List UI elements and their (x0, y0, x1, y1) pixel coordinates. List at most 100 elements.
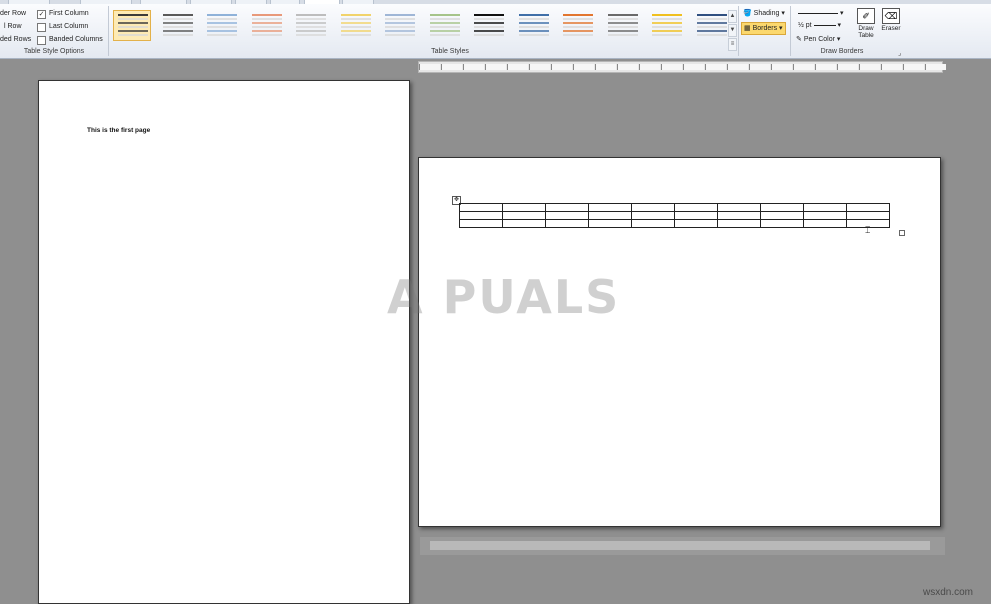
ruler-segment (529, 64, 550, 70)
table-style-thumbnail[interactable] (425, 10, 463, 41)
table-cell[interactable] (717, 219, 761, 228)
banded-columns-checkbox[interactable] (37, 36, 46, 45)
table-style-thumbnail[interactable] (514, 10, 552, 41)
table-style-preview-row (118, 26, 148, 28)
table-style-preview-row (607, 26, 638, 28)
table-cell[interactable] (545, 219, 589, 228)
gallery-scroll-down-icon[interactable]: ▼ (728, 24, 737, 37)
table-style-preview-row (696, 18, 727, 20)
table-cell[interactable] (545, 203, 589, 212)
table-style-preview-row (474, 18, 504, 20)
first-column-checkbox[interactable]: ✓ (37, 10, 46, 19)
table-cell[interactable] (717, 203, 761, 212)
last-column-checkbox[interactable] (37, 23, 46, 32)
draw-borders-group-label: Draw Borders (820, 48, 864, 55)
table-style-thumbnail[interactable] (469, 10, 507, 41)
table-cell[interactable] (674, 219, 718, 228)
table-style-preview-row (162, 34, 193, 36)
document-page-2[interactable]: ✥ ⌶ (418, 157, 941, 527)
document-table[interactable] (459, 203, 890, 228)
table-style-preview-row (385, 22, 415, 24)
table-style-preview-row (518, 26, 549, 28)
table-cell[interactable] (459, 203, 503, 212)
table-cell[interactable] (459, 211, 503, 220)
banded-columns-label: Banded Columns (49, 36, 103, 43)
table-cell[interactable] (502, 211, 546, 220)
table-cell[interactable] (803, 211, 847, 220)
ruler-segment (727, 64, 748, 70)
total-row-option[interactable]: l Row (4, 22, 22, 32)
ruler-segment (793, 64, 814, 70)
table-style-thumbnail[interactable] (692, 10, 730, 41)
pen-style-dropdown[interactable]: ▾ (796, 8, 854, 19)
draw-table-button[interactable]: ✐ Draw Table (856, 8, 876, 46)
table-style-thumbnail[interactable] (158, 10, 196, 41)
pen-weight-line (813, 24, 836, 26)
paint-bucket-icon: 🪣 (743, 10, 752, 17)
gallery-scroll-up-icon[interactable]: ▲ (728, 10, 737, 23)
ruler-segment (837, 64, 858, 70)
table-cell[interactable] (846, 211, 890, 220)
table-style-preview (207, 14, 237, 38)
table-style-preview-row (207, 18, 237, 20)
table-cell[interactable] (760, 203, 804, 212)
table-style-preview-row (518, 22, 549, 24)
table-style-preview-row (607, 30, 638, 32)
table-style-preview (118, 14, 148, 38)
horizontal-scrollbar[interactable] (420, 537, 945, 555)
table-resize-handle[interactable] (899, 230, 905, 236)
table-cell[interactable] (803, 203, 847, 212)
table-cell[interactable] (588, 219, 632, 228)
table-style-preview-row (118, 34, 148, 36)
table-style-thumbnail[interactable] (291, 10, 329, 41)
table-style-thumbnail[interactable] (247, 10, 285, 41)
table-cell[interactable] (588, 203, 632, 212)
table-cell[interactable] (760, 219, 804, 228)
pen-color-button[interactable]: ✎ Pen Color ▾ (794, 34, 842, 45)
table-style-preview-row (696, 34, 727, 36)
header-row-option[interactable]: der Row (0, 9, 26, 19)
table-cell[interactable] (717, 211, 761, 220)
shading-button[interactable]: 🪣 Shading ▾ (741, 8, 787, 19)
table-cell[interactable] (760, 211, 804, 220)
table-style-preview-row (296, 18, 326, 20)
table-style-thumbnail[interactable] (113, 10, 151, 41)
eraser-button[interactable]: ⌫ Eraser (880, 8, 902, 46)
table-cell[interactable] (545, 211, 589, 220)
horizontal-ruler[interactable] (418, 61, 946, 73)
pen-weight-dropdown[interactable]: ½ pt ▾ (796, 20, 854, 31)
table-style-thumbnail[interactable] (202, 10, 240, 41)
table-cell[interactable] (631, 211, 675, 220)
gallery-more-icon[interactable]: ≡ (728, 38, 737, 51)
table-cell[interactable] (674, 211, 718, 220)
ruler-segment (771, 64, 792, 70)
table-cell[interactable] (588, 211, 632, 220)
table-cell[interactable] (674, 203, 718, 212)
scrollbar-thumb[interactable] (430, 541, 930, 550)
document-page-1[interactable]: This is the first page (38, 80, 410, 604)
table-style-thumbnail[interactable] (380, 10, 418, 41)
table-style-preview-row (340, 18, 371, 20)
banded-rows-option[interactable]: ded Rows (0, 35, 31, 45)
table-cell[interactable] (846, 203, 890, 212)
table-cell[interactable] (803, 219, 847, 228)
table-style-thumbnail[interactable] (336, 10, 374, 41)
table-style-preview (162, 14, 193, 38)
table-style-thumbnail[interactable] (603, 10, 641, 41)
table-style-preview-row (207, 26, 237, 28)
table-style-preview-row (162, 30, 193, 32)
borders-button[interactable]: ▦ Borders ▾ (741, 22, 786, 35)
table-row (459, 219, 890, 228)
dialog-launcher-icon[interactable]: ⌟ (898, 49, 901, 57)
table-row (459, 203, 890, 212)
table-cell[interactable] (502, 219, 546, 228)
table-cell[interactable] (502, 203, 546, 212)
table-cell[interactable] (631, 203, 675, 212)
table-style-preview (296, 14, 326, 38)
table-row (459, 211, 890, 220)
table-style-thumbnail[interactable] (558, 10, 596, 41)
table-style-thumbnail[interactable] (647, 10, 685, 41)
table-cell[interactable] (459, 219, 503, 228)
ruler-segment (573, 64, 594, 70)
table-cell[interactable] (631, 219, 675, 228)
